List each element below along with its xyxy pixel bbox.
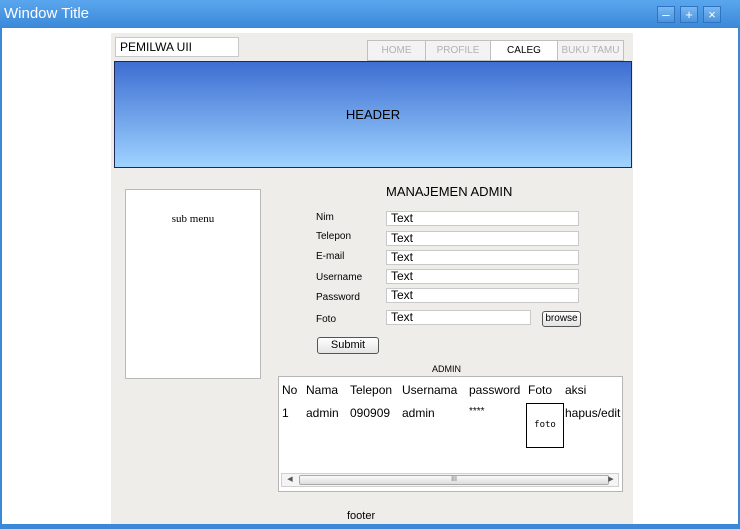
admin-table-caption: ADMIN (432, 364, 461, 374)
col-header-aksi: aksi (565, 383, 587, 397)
username-field[interactable]: Text (386, 269, 579, 284)
nav-tab-profile[interactable]: PROFILE (425, 40, 491, 61)
cell-no: 1 (282, 406, 289, 420)
close-icon[interactable]: × (703, 6, 721, 23)
foto-label: Foto (316, 314, 337, 325)
nim-field[interactable]: Text (386, 211, 579, 226)
col-header-username: Usernama (402, 383, 458, 397)
username-label: Username (316, 272, 363, 283)
telepon-label: Telepon (316, 231, 352, 242)
col-header-foto: Foto (528, 383, 553, 397)
col-header-no: No (282, 383, 298, 397)
window-body: PEMILWA UII HOME PROFILE CALEG BUKU TAMU… (2, 28, 738, 524)
site-title: PEMILWA UII (115, 37, 239, 57)
nav-tab-home[interactable]: HOME (367, 40, 426, 61)
page-container: PEMILWA UII HOME PROFILE CALEG BUKU TAMU… (111, 33, 633, 524)
minimize-icon[interactable]: – (657, 6, 675, 23)
nav-tab-buku-tamu[interactable]: BUKU TAMU (557, 40, 624, 61)
scroll-right-icon[interactable]: ▶ (604, 474, 618, 486)
email-label: E-mail (316, 251, 345, 262)
admin-table: No Nama Telepon Usernama password Foto a… (278, 376, 623, 492)
col-header-telepon: Telepon (350, 383, 393, 397)
scroll-left-icon[interactable]: ◀ (283, 474, 297, 486)
col-header-password: password (469, 383, 521, 397)
foto-field[interactable]: Text (386, 310, 531, 325)
sidebar-label: sub menu (171, 213, 215, 225)
cell-password: **** (469, 406, 485, 417)
maximize-icon[interactable]: + (680, 6, 698, 23)
nim-label: Nim (316, 212, 334, 223)
email-field[interactable]: Text (386, 250, 579, 265)
scroll-thumb[interactable]: III (299, 475, 609, 485)
sidebar-submenu: sub menu (125, 189, 261, 379)
telepon-field[interactable]: Text (386, 231, 579, 246)
window-title: Window Title (4, 5, 90, 22)
cell-foto-image: foto (526, 403, 564, 448)
nav-bar: HOME PROFILE CALEG BUKU TAMU (367, 40, 624, 61)
cell-username: admin (402, 406, 435, 420)
col-header-nama: Nama (306, 383, 339, 397)
hapus-edit-link[interactable]: hapus/edit (565, 406, 620, 420)
nav-tab-caleg[interactable]: CALEG (490, 40, 558, 61)
browse-button[interactable]: browse (542, 311, 581, 327)
header-banner: HEADER (114, 61, 632, 168)
form-title: MANAJEMEN ADMIN (386, 184, 513, 199)
window-frame-bottom (0, 524, 740, 529)
main-panel: MANAJEMEN ADMIN Nim Text Telepon Text E-… (276, 180, 623, 524)
cell-nama: admin (306, 406, 339, 420)
password-field[interactable]: Text (386, 288, 579, 303)
header-label: HEADER (345, 107, 401, 122)
password-label: Password (316, 292, 360, 303)
table-horizontal-scrollbar[interactable]: ◀ III ▶ (281, 473, 619, 487)
window-titlebar: Window Title – + × (0, 0, 740, 28)
footer-label: footer (347, 510, 376, 522)
cell-telepon: 090909 (350, 406, 391, 420)
submit-button[interactable]: Submit (317, 337, 379, 354)
